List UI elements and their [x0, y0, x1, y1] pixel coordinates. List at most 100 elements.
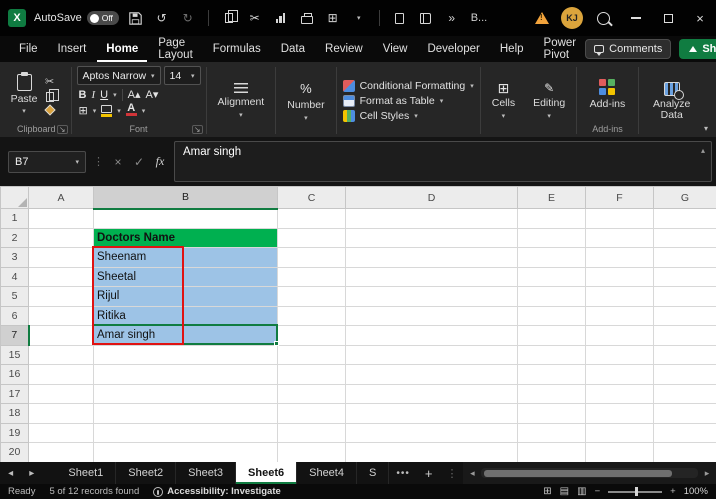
- sheet-tab-sheet1[interactable]: Sheet1: [56, 462, 117, 484]
- print-button[interactable]: [298, 7, 316, 29]
- zoom-in-button[interactable]: +: [670, 486, 676, 497]
- conditional-formatting-button[interactable]: Conditional Formatting ▾: [342, 79, 474, 92]
- customize-qat-button[interactable]: ▾: [350, 7, 368, 29]
- cell-A6[interactable]: [28, 305, 94, 326]
- cell-D4[interactable]: [345, 266, 518, 287]
- cell-E17[interactable]: [517, 383, 586, 404]
- cell-D16[interactable]: [345, 364, 518, 385]
- minimize-button[interactable]: [620, 0, 652, 36]
- cell-E6[interactable]: [517, 305, 586, 326]
- cell-C17[interactable]: [277, 383, 346, 404]
- cell-D19[interactable]: [345, 422, 518, 443]
- cells-button[interactable]: ⊞ Cells ▾: [486, 66, 521, 136]
- row-header-18[interactable]: 18: [0, 403, 29, 424]
- column-header-D[interactable]: D: [345, 186, 518, 209]
- cell-C1[interactable]: [277, 208, 346, 229]
- page-break-view-button[interactable]: ▥: [577, 486, 586, 497]
- cell-A3[interactable]: [28, 247, 94, 268]
- sheet-tab-sheet3[interactable]: Sheet3: [176, 462, 237, 484]
- format-painter-button[interactable]: [43, 104, 56, 116]
- cell-F19[interactable]: [585, 422, 654, 443]
- cut-button[interactable]: ✂: [45, 75, 54, 88]
- row-header-15[interactable]: 15: [0, 344, 29, 365]
- insert-function-button[interactable]: fx: [153, 154, 167, 169]
- format-as-table-button[interactable]: Format as Table ▾: [342, 94, 474, 107]
- cell-A7[interactable]: [28, 325, 94, 346]
- cell-E3[interactable]: [517, 247, 586, 268]
- column-header-F[interactable]: F: [585, 186, 654, 209]
- copy-button[interactable]: [220, 7, 238, 29]
- autosave-toggle[interactable]: AutoSave Off: [34, 11, 119, 25]
- scroll-left-icon[interactable]: ◂: [465, 468, 479, 479]
- cell-G1[interactable]: [653, 208, 716, 229]
- user-avatar[interactable]: KJ: [561, 7, 583, 29]
- cell-E20[interactable]: [517, 442, 586, 462]
- cell-E16[interactable]: [517, 364, 586, 385]
- row-header-16[interactable]: 16: [0, 364, 29, 385]
- cell-D1[interactable]: [345, 208, 518, 229]
- underline-button[interactable]: U: [100, 89, 108, 101]
- cell-C2[interactable]: [277, 227, 346, 248]
- column-header-E[interactable]: E: [517, 186, 586, 209]
- cell-E18[interactable]: [517, 403, 586, 424]
- row-header-20[interactable]: 20: [0, 442, 29, 462]
- cell-D2[interactable]: [345, 227, 518, 248]
- italic-button[interactable]: I: [91, 89, 95, 101]
- search-icon[interactable]: [597, 11, 610, 25]
- cell-F2[interactable]: [585, 227, 654, 248]
- cell-F16[interactable]: [585, 364, 654, 385]
- ribbon-tab-view[interactable]: View: [374, 36, 417, 62]
- cell-F17[interactable]: [585, 383, 654, 404]
- ribbon-tab-review[interactable]: Review: [316, 36, 372, 62]
- underline-dropdown[interactable]: ▾: [113, 91, 117, 99]
- undo-button[interactable]: ↺: [153, 7, 171, 29]
- cell-C7[interactable]: [277, 325, 346, 346]
- cell-A16[interactable]: [28, 364, 94, 385]
- font-name-combobox[interactable]: Aptos Narrow ▾: [76, 66, 161, 85]
- cell-D7[interactable]: [345, 325, 518, 346]
- new-file-button[interactable]: [391, 7, 409, 29]
- cell-D15[interactable]: [345, 344, 518, 365]
- analyze-data-button[interactable]: Analyze Data: [644, 66, 700, 136]
- scrollbar-track[interactable]: [481, 468, 699, 478]
- cell-C18[interactable]: [277, 403, 346, 424]
- cell-G19[interactable]: [653, 422, 716, 443]
- ribbon-tab-developer[interactable]: Developer: [418, 36, 488, 62]
- ribbon-tab-insert[interactable]: Insert: [49, 36, 96, 62]
- toolbar-overflow-button[interactable]: »: [443, 7, 461, 29]
- cell-B19[interactable]: [93, 422, 278, 443]
- fill-color-dropdown[interactable]: ▾: [117, 107, 121, 115]
- horizontal-scrollbar[interactable]: ◂ ▸: [463, 462, 716, 484]
- cell-G18[interactable]: [653, 403, 716, 424]
- redo-button[interactable]: ↻: [179, 7, 197, 29]
- font-color-dropdown[interactable]: ▾: [142, 107, 146, 115]
- warning-icon[interactable]: [535, 12, 549, 24]
- cell-A5[interactable]: [28, 286, 94, 307]
- maximize-button[interactable]: [652, 0, 684, 36]
- cell-C20[interactable]: [277, 442, 346, 462]
- cell-F4[interactable]: [585, 266, 654, 287]
- share-button[interactable]: Share: [679, 39, 716, 59]
- workbook-stats-button[interactable]: [417, 7, 435, 29]
- ribbon-tab-data[interactable]: Data: [272, 36, 314, 62]
- scrollbar-thumb[interactable]: [484, 469, 673, 477]
- cancel-button[interactable]: ×: [111, 155, 125, 169]
- cell-G16[interactable]: [653, 364, 716, 385]
- ribbon-tab-page-layout[interactable]: Page Layout: [149, 36, 202, 62]
- cell-C3[interactable]: [277, 247, 346, 268]
- column-header-B[interactable]: B: [93, 186, 278, 210]
- font-color-button[interactable]: A: [125, 103, 137, 116]
- page-layout-view-button[interactable]: ▤: [560, 486, 569, 497]
- font-dialog-launcher[interactable]: ↘: [191, 125, 203, 134]
- cell-C4[interactable]: [277, 266, 346, 287]
- sheet-tab-sheet2[interactable]: Sheet2: [116, 462, 177, 484]
- cell-F3[interactable]: [585, 247, 654, 268]
- sheet-tab-s[interactable]: S: [357, 462, 390, 484]
- sheet-tab-sheet4[interactable]: Sheet4: [297, 462, 357, 484]
- cell-E4[interactable]: [517, 266, 586, 287]
- decrease-font-size-button[interactable]: A▾: [145, 88, 158, 101]
- cell-E7[interactable]: [517, 325, 586, 346]
- bold-button[interactable]: B: [79, 89, 87, 101]
- cell-D18[interactable]: [345, 403, 518, 424]
- cell-E15[interactable]: [517, 344, 586, 365]
